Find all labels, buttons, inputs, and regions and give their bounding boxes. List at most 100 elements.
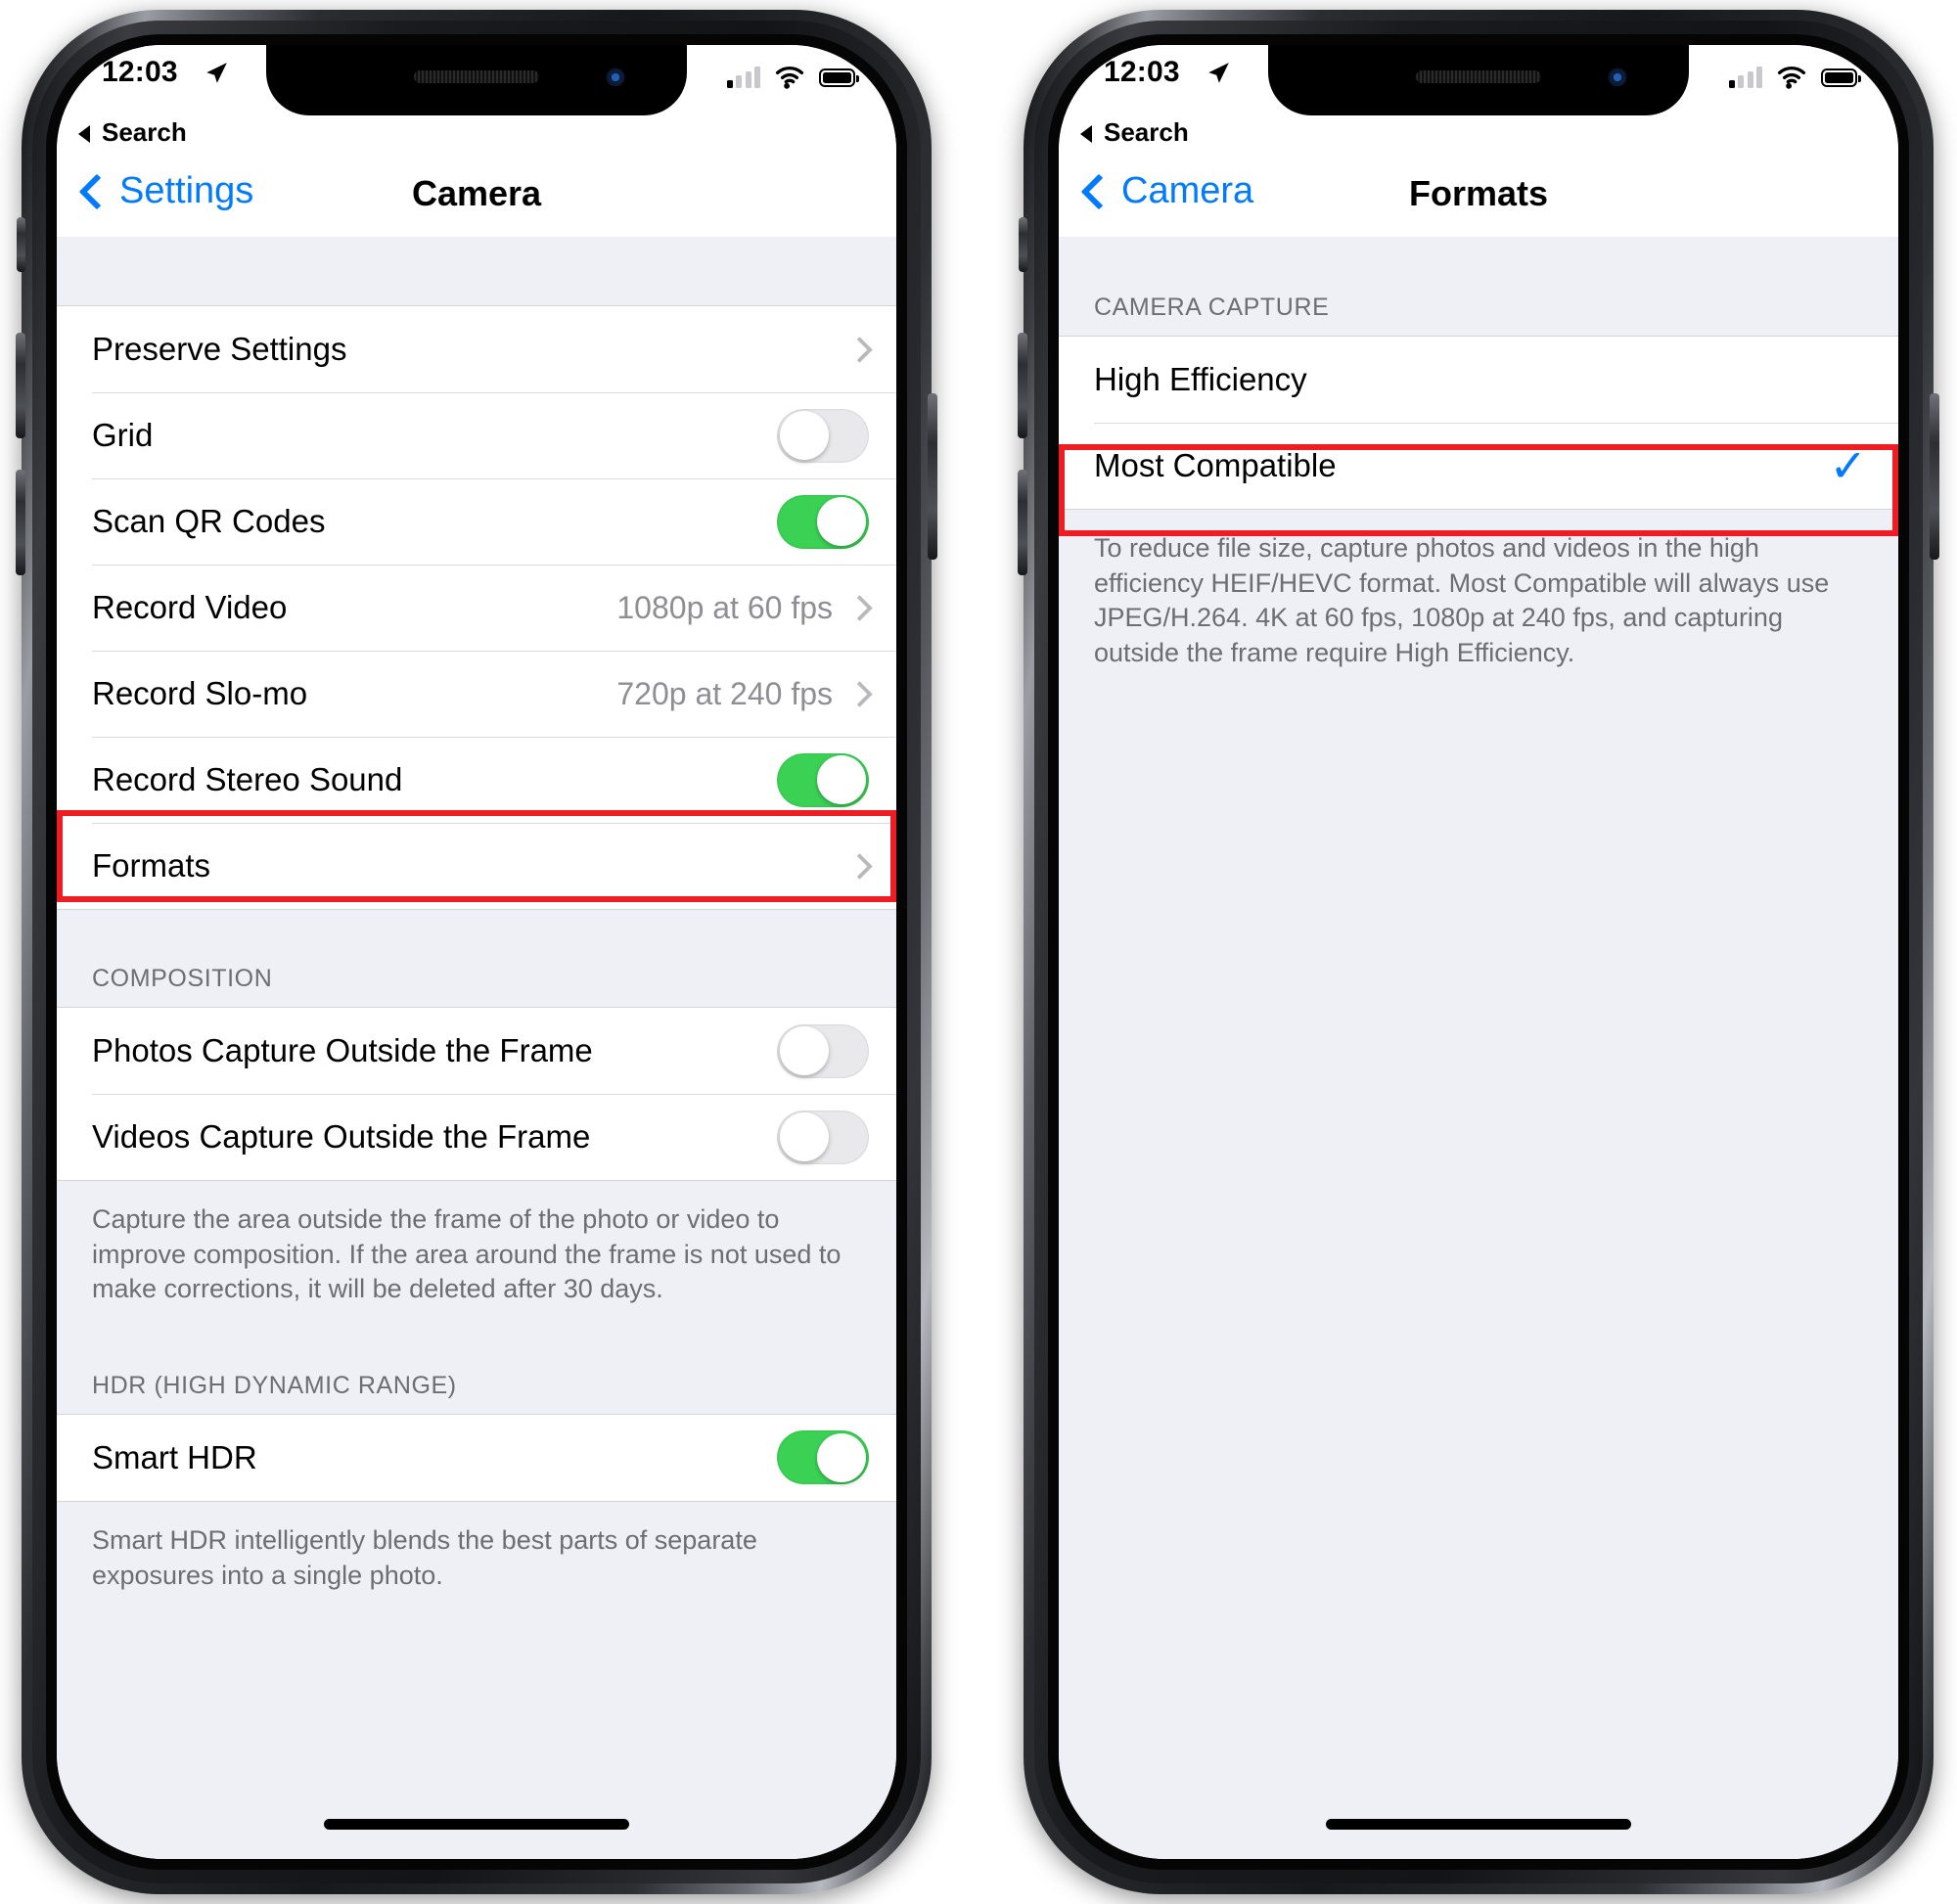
- row-preserve-settings[interactable]: Preserve Settings: [57, 306, 896, 392]
- row-value: 720p at 240 fps: [616, 675, 833, 711]
- front-camera-icon: [605, 67, 626, 88]
- toggle-knob: [779, 1026, 829, 1075]
- row-record-video[interactable]: Record Video 1080p at 60 fps: [57, 565, 896, 651]
- section-hdr-header-wrap: HDR (HIGH DYNAMIC RANGE): [57, 1317, 896, 1414]
- row-formats[interactable]: Formats: [57, 823, 896, 909]
- row-label: Most Compatible: [1094, 447, 1337, 483]
- section-composition-header-wrap: COMPOSITION: [57, 910, 896, 1007]
- section-header-hdr: HDR (HIGH DYNAMIC RANGE): [92, 1371, 457, 1399]
- row-record-slo-mo[interactable]: Record Slo-mo 720p at 240 fps: [57, 651, 896, 737]
- power-button[interactable]: [1930, 393, 1939, 560]
- row-grid[interactable]: Grid: [57, 392, 896, 478]
- settings-group-hdr: Smart HDR: [57, 1413, 896, 1502]
- notch: [1268, 45, 1689, 115]
- row-label: Videos Capture Outside the Frame: [92, 1118, 591, 1155]
- section-footer-camera-capture: To reduce file size, capture photos and …: [1094, 533, 1830, 667]
- row-label: Record Video: [92, 589, 288, 625]
- screenshot-canvas: 12:03 Search Settings Camera Preserve Se…: [0, 0, 1957, 1904]
- row-scan-qr-codes[interactable]: Scan QR Codes: [57, 478, 896, 565]
- iphone-device-right: 12:03 Search Camera Formats CAMERA CAPTU…: [1018, 10, 1939, 1894]
- section-header-composition: COMPOSITION: [92, 965, 273, 992]
- section-footer-composition: Capture the area outside the frame of th…: [92, 1204, 842, 1304]
- back-to-search-label: Search: [102, 117, 187, 147]
- toggle-knob: [779, 1112, 829, 1161]
- row-label: Formats: [92, 847, 211, 884]
- toggle-scan-qr-codes[interactable]: [777, 494, 869, 549]
- toggle-videos-capture-outside-frame[interactable]: [777, 1110, 869, 1164]
- home-indicator[interactable]: [1326, 1819, 1631, 1830]
- power-button[interactable]: [928, 393, 937, 560]
- toggle-knob: [817, 1432, 866, 1482]
- row-label: Smart HDR: [92, 1438, 257, 1475]
- settings-group-composition: Photos Capture Outside the Frame Videos …: [57, 1007, 896, 1181]
- settings-group-camera: Preserve Settings Grid Scan QR Codes Rec…: [57, 305, 896, 910]
- row-label: Grid: [92, 417, 154, 453]
- settings-group-camera-capture: High Efficiency Most Compatible ✓: [1059, 336, 1898, 510]
- list-top-spacer: [57, 237, 896, 305]
- mute-switch-button[interactable]: [17, 217, 25, 272]
- chevron-right-icon: [846, 680, 873, 707]
- navigation-bar-left: Settings Camera: [57, 159, 896, 237]
- chevron-right-icon: [846, 594, 873, 621]
- iphone-device-left: 12:03 Search Settings Camera Preserve Se…: [16, 10, 937, 1894]
- wifi-icon: [775, 66, 804, 89]
- back-to-search-button[interactable]: Search: [57, 115, 896, 159]
- row-photos-capture-outside-frame[interactable]: Photos Capture Outside the Frame: [57, 1008, 896, 1094]
- front-camera-icon: [1607, 67, 1628, 88]
- screen-right: 12:03 Search Camera Formats CAMERA CAPTU…: [1059, 45, 1898, 1859]
- settings-list-right[interactable]: CAMERA CAPTURE High Efficiency Most Comp…: [1059, 237, 1898, 1859]
- earpiece-speaker-icon: [1416, 70, 1541, 83]
- status-indicators: [1728, 66, 1861, 89]
- toggle-knob: [779, 411, 829, 460]
- earpiece-speaker-icon: [414, 70, 539, 83]
- toggle-grid[interactable]: [777, 408, 869, 463]
- section-camera-capture-header-wrap: CAMERA CAPTURE: [1059, 237, 1898, 336]
- settings-list-left[interactable]: Preserve Settings Grid Scan QR Codes Rec…: [57, 237, 896, 1859]
- row-smart-hdr[interactable]: Smart HDR: [57, 1414, 896, 1501]
- row-most-compatible[interactable]: Most Compatible ✓: [1059, 423, 1898, 509]
- cellular-signal-icon: [726, 67, 760, 88]
- toggle-photos-capture-outside-frame[interactable]: [777, 1023, 869, 1078]
- wifi-icon: [1777, 66, 1806, 89]
- mute-switch-button[interactable]: [1019, 217, 1027, 272]
- back-triangle-icon: [78, 125, 90, 143]
- cellular-signal-icon: [1728, 67, 1762, 88]
- row-label: Record Slo-mo: [92, 675, 308, 711]
- row-label: High Efficiency: [1094, 361, 1307, 397]
- status-time: 12:03: [1104, 56, 1180, 88]
- location-arrow-icon: [206, 63, 227, 83]
- volume-down-button[interactable]: [1018, 470, 1027, 575]
- toggle-knob: [817, 497, 866, 546]
- toggle-knob: [817, 755, 866, 804]
- volume-up-button[interactable]: [1018, 333, 1027, 438]
- row-videos-capture-outside-frame[interactable]: Videos Capture Outside the Frame: [57, 1094, 896, 1180]
- row-label: Record Stereo Sound: [92, 761, 403, 797]
- status-time: 12:03: [102, 56, 178, 88]
- chevron-right-icon: [846, 852, 873, 880]
- row-record-stereo-sound[interactable]: Record Stereo Sound: [57, 737, 896, 823]
- notch: [266, 45, 687, 115]
- chevron-right-icon: [846, 336, 873, 363]
- navigation-bar-right: Camera Formats: [1059, 159, 1898, 237]
- row-high-efficiency[interactable]: High Efficiency: [1059, 337, 1898, 423]
- toggle-record-stereo-sound[interactable]: [777, 752, 869, 807]
- section-header-camera-capture: CAMERA CAPTURE: [1094, 294, 1330, 321]
- page-title-formats: Formats: [1408, 173, 1549, 213]
- row-value: 1080p at 60 fps: [616, 589, 833, 625]
- section-footer-hdr: Smart HDR intelligently blends the best …: [92, 1524, 757, 1590]
- page-title-camera: Camera: [411, 173, 542, 213]
- battery-full-icon: [819, 68, 859, 87]
- row-label: Preserve Settings: [92, 331, 347, 367]
- toggle-smart-hdr[interactable]: [777, 1430, 869, 1485]
- screen-left: 12:03 Search Settings Camera Preserve Se…: [57, 45, 896, 1859]
- row-label: Photos Capture Outside the Frame: [92, 1032, 593, 1068]
- row-label: Scan QR Codes: [92, 503, 326, 539]
- home-indicator[interactable]: [324, 1819, 629, 1830]
- location-arrow-icon: [1208, 63, 1229, 83]
- back-triangle-icon: [1080, 125, 1092, 143]
- status-indicators: [726, 66, 859, 89]
- volume-down-button[interactable]: [16, 470, 25, 575]
- back-to-search-button[interactable]: Search: [1059, 115, 1898, 159]
- checkmark-icon: ✓: [1829, 440, 1867, 491]
- volume-up-button[interactable]: [16, 333, 25, 438]
